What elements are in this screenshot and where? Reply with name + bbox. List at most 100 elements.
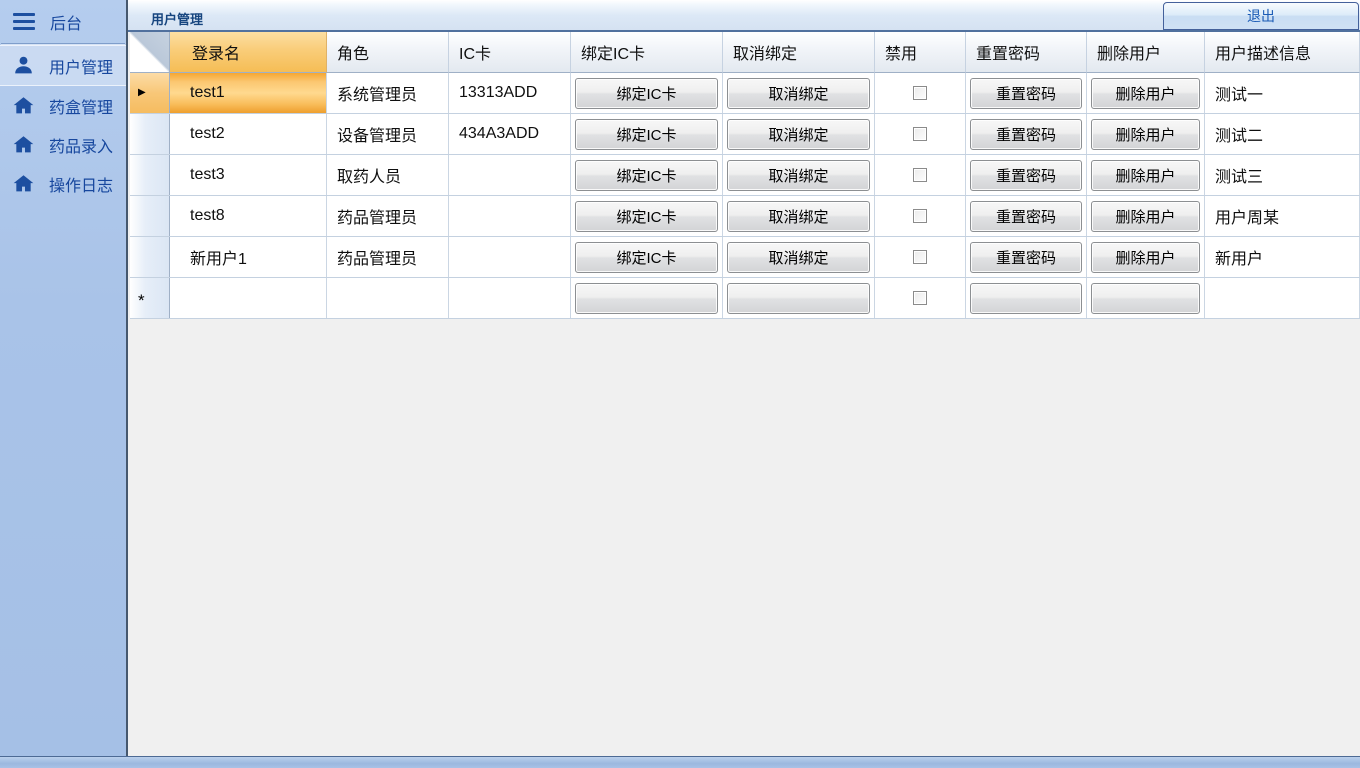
active-tab-label[interactable]: 用户管理	[151, 9, 203, 28]
row-header-cell[interactable]: ▶	[130, 155, 170, 195]
reset-password-button[interactable]: 重置密码	[970, 201, 1082, 232]
description-cell[interactable]	[1205, 278, 1360, 318]
ic-card-cell[interactable]	[449, 155, 571, 195]
exit-button[interactable]: 退出	[1163, 2, 1359, 30]
column-header-role[interactable]: 角色	[327, 32, 449, 73]
login-cell[interactable]: test2	[170, 114, 327, 154]
unbind-button[interactable]: 取消绑定	[727, 119, 870, 150]
column-header-disable[interactable]: 禁用	[875, 32, 966, 73]
delete-user-button[interactable]: 删除用户	[1091, 78, 1200, 109]
unbind-button[interactable]: 取消绑定	[727, 201, 870, 232]
description-cell[interactable]: 新用户	[1205, 237, 1360, 277]
menu-icon	[13, 13, 35, 30]
delete-user-button[interactable]: 删除用户	[1091, 119, 1200, 150]
sidebar-divider	[1, 43, 125, 44]
user-grid: 登录名 角色 IC卡 绑定IC卡 取消绑定 禁用 重置密码 删除用户 用户描述信…	[130, 32, 1360, 756]
sidebar-item-label: 药盒管理	[49, 94, 113, 118]
login-cell[interactable]: test3	[170, 155, 327, 195]
column-header-ic-card[interactable]: IC卡	[449, 32, 571, 73]
disable-checkbox[interactable]	[913, 127, 927, 141]
delete-user-button-empty[interactable]	[1091, 283, 1200, 314]
delete-user-button[interactable]: 删除用户	[1091, 160, 1200, 191]
grid-header-row: 登录名 角色 IC卡 绑定IC卡 取消绑定 禁用 重置密码 删除用户 用户描述信…	[130, 32, 1360, 73]
user-icon	[13, 55, 34, 76]
row-header-cell[interactable]: ▶	[130, 237, 170, 277]
sidebar-item-medicine-box-management[interactable]: 药盒管理	[0, 86, 126, 125]
new-row-indicator: *	[138, 291, 145, 311]
role-cell[interactable]: 取药人员	[327, 155, 449, 195]
ic-card-cell[interactable]	[449, 196, 571, 236]
current-row-indicator: ▶	[138, 88, 146, 98]
window-bottom-border	[0, 756, 1360, 768]
row-header-cell[interactable]: ▶	[130, 73, 170, 113]
bind-ic-button[interactable]: 绑定IC卡	[575, 242, 718, 273]
bind-ic-button-empty[interactable]	[575, 283, 718, 314]
column-header-unbind[interactable]: 取消绑定	[723, 32, 875, 73]
home-icon	[13, 95, 34, 116]
reset-password-button[interactable]: 重置密码	[970, 78, 1082, 109]
login-cell[interactable]: test1	[170, 73, 327, 113]
unbind-button[interactable]: 取消绑定	[727, 160, 870, 191]
home-icon	[13, 173, 34, 194]
login-cell[interactable]: test8	[170, 196, 327, 236]
ic-card-cell[interactable]	[449, 237, 571, 277]
reset-password-button[interactable]: 重置密码	[970, 119, 1082, 150]
delete-user-button[interactable]: 删除用户	[1091, 242, 1200, 273]
sidebar-item-operation-log[interactable]: 操作日志	[0, 164, 126, 203]
table-row: ▶ test3 取药人员 绑定IC卡 取消绑定 重置密码 删除用户 测试三	[130, 155, 1360, 196]
description-cell[interactable]: 测试一	[1205, 73, 1360, 113]
unbind-button[interactable]: 取消绑定	[727, 78, 870, 109]
role-cell[interactable]: 系统管理员	[327, 73, 449, 113]
ic-card-cell[interactable]	[449, 278, 571, 318]
login-cell[interactable]	[170, 278, 327, 318]
topbar: 用户管理 退出	[128, 0, 1360, 32]
select-all-cell[interactable]	[130, 32, 170, 73]
table-row: ▶ 新用户1 药品管理员 绑定IC卡 取消绑定 重置密码 删除用户 新用户	[130, 237, 1360, 278]
sidebar-item-label: 用户管理	[49, 54, 113, 78]
sidebar-item-medicine-entry[interactable]: 药品录入	[0, 125, 126, 164]
column-header-bind-ic[interactable]: 绑定IC卡	[571, 32, 723, 73]
column-header-delete-user[interactable]: 删除用户	[1087, 32, 1205, 73]
new-row-header-cell[interactable]: *	[130, 278, 170, 318]
column-header-description[interactable]: 用户描述信息	[1205, 32, 1360, 73]
reset-password-button[interactable]: 重置密码	[970, 242, 1082, 273]
bind-ic-button[interactable]: 绑定IC卡	[575, 160, 718, 191]
row-header-cell[interactable]: ▶	[130, 114, 170, 154]
sidebar-item-label: 药品录入	[49, 133, 113, 157]
description-cell[interactable]: 测试二	[1205, 114, 1360, 154]
role-cell[interactable]: 药品管理员	[327, 196, 449, 236]
table-row: ▶ test8 药品管理员 绑定IC卡 取消绑定 重置密码 删除用户 用户周某	[130, 196, 1360, 237]
home-icon	[13, 134, 34, 155]
row-header-cell[interactable]: ▶	[130, 196, 170, 236]
disable-checkbox[interactable]	[913, 86, 927, 100]
table-row: ▶ test1 系统管理员 13313ADD 绑定IC卡 取消绑定 重置密码 删…	[130, 73, 1360, 114]
grid-body: ▶ test1 系统管理员 13313ADD 绑定IC卡 取消绑定 重置密码 删…	[130, 73, 1360, 278]
app-window: 后台 用户管理 药盒管理 药品录入 操作日志	[0, 0, 1360, 768]
reset-password-button[interactable]: 重置密码	[970, 160, 1082, 191]
disable-checkbox[interactable]	[913, 250, 927, 264]
column-header-reset-pwd[interactable]: 重置密码	[966, 32, 1087, 73]
role-cell[interactable]: 设备管理员	[327, 114, 449, 154]
sidebar-item-user-management[interactable]: 用户管理	[0, 45, 126, 86]
delete-user-button[interactable]: 删除用户	[1091, 201, 1200, 232]
role-cell[interactable]: 药品管理员	[327, 237, 449, 277]
column-header-login[interactable]: 登录名	[170, 32, 327, 73]
sidebar-item-label: 操作日志	[49, 172, 113, 196]
description-cell[interactable]: 用户周某	[1205, 196, 1360, 236]
disable-checkbox[interactable]	[913, 168, 927, 182]
reset-password-button-empty[interactable]	[970, 283, 1082, 314]
bind-ic-button[interactable]: 绑定IC卡	[575, 119, 718, 150]
description-cell[interactable]: 测试三	[1205, 155, 1360, 195]
bind-ic-button[interactable]: 绑定IC卡	[575, 78, 718, 109]
unbind-button-empty[interactable]	[727, 283, 870, 314]
bind-ic-button[interactable]: 绑定IC卡	[575, 201, 718, 232]
table-row: ▶ test2 设备管理员 434A3ADD 绑定IC卡 取消绑定 重置密码 删…	[130, 114, 1360, 155]
role-cell[interactable]	[327, 278, 449, 318]
ic-card-cell[interactable]: 434A3ADD	[449, 114, 571, 154]
login-cell[interactable]: 新用户1	[170, 237, 327, 277]
disable-checkbox[interactable]	[913, 209, 927, 223]
unbind-button[interactable]: 取消绑定	[727, 242, 870, 273]
disable-checkbox[interactable]	[913, 291, 927, 305]
sidebar-item-backstage[interactable]: 后台	[0, 0, 126, 43]
ic-card-cell[interactable]: 13313ADD	[449, 73, 571, 113]
